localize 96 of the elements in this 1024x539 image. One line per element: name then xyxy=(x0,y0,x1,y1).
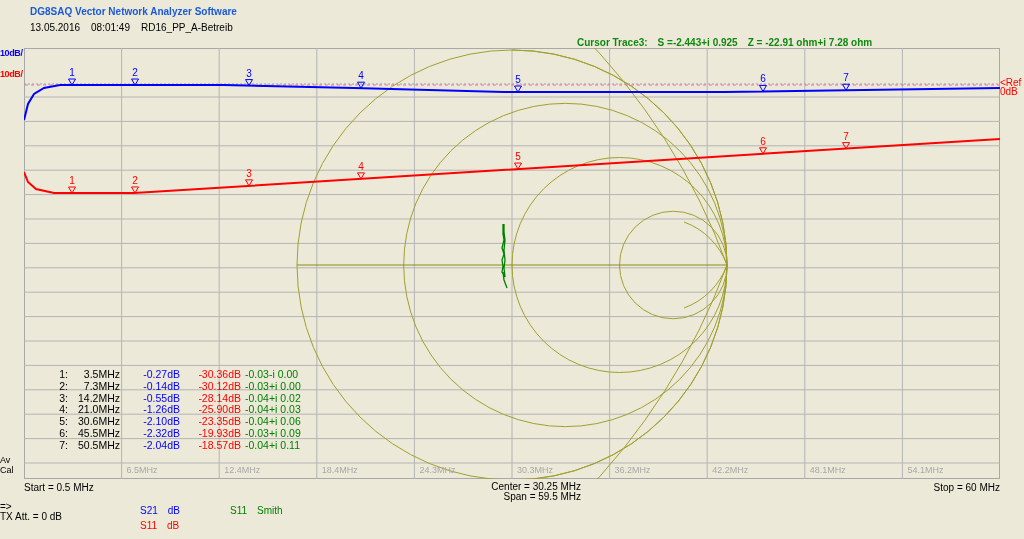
span-frequency: Span = 59.5 MHz xyxy=(503,492,582,502)
frequency-label: 54.1MHz xyxy=(907,465,944,475)
frequency-label: 18.4MHz xyxy=(321,465,358,475)
marker-frequency: 14.2MHz xyxy=(77,392,120,405)
marker-frequency: 7.3MHz xyxy=(82,380,120,393)
marker-index: 5: xyxy=(58,416,68,428)
smith-value: -0.03+i 0.09 xyxy=(244,428,302,440)
marker-index: 7: xyxy=(58,439,68,452)
marker-number: 3 xyxy=(246,67,252,79)
marker-icon xyxy=(131,186,139,194)
s21-value: -0.55dB xyxy=(142,392,180,405)
center-frequency: Center = 30.25 MHz xyxy=(491,482,582,492)
marker-index: 4: xyxy=(58,404,68,417)
marker-icon xyxy=(357,81,365,89)
cursor-label: Cursor Trace3: xyxy=(577,37,648,48)
smith-value: -0.04+i 0.03 xyxy=(244,404,302,417)
s11-value: -28.14dB xyxy=(197,392,241,405)
status-label: Av xyxy=(0,455,12,465)
marker-frequency: 50.5MHz xyxy=(77,439,120,452)
marker-icon xyxy=(514,162,522,170)
stop-frequency: Stop = 60 MHz xyxy=(933,482,1000,495)
marker-number: 1 xyxy=(69,175,75,186)
trace-format[interactable]: dB xyxy=(167,505,181,520)
marker-number: 1 xyxy=(69,67,75,78)
smith-value: -0.04+i 0.11 xyxy=(244,439,301,452)
marker-number: 7 xyxy=(843,72,849,84)
marker-number: 5 xyxy=(515,151,521,163)
frequency-label: 12.4MHz xyxy=(224,465,261,475)
s11-value: -30.36dB xyxy=(197,369,241,381)
s11-value: -30.12dB xyxy=(197,380,241,393)
s-parameter-readout: S =-2.443+i 0.925 xyxy=(657,37,738,48)
marker-number: 7 xyxy=(843,130,849,142)
s21-value: -1.26dB xyxy=(142,404,180,417)
app-title: DG8SAQ Vector Network Analyzer Software xyxy=(29,5,238,19)
trace-name[interactable]: S11 xyxy=(140,520,158,535)
marker-icon xyxy=(842,83,850,91)
smith-value: -0.03-i 0.00 xyxy=(244,369,300,381)
smith-value: -0.04+i 0.02 xyxy=(244,392,302,405)
marker-index: 3: xyxy=(58,392,68,405)
marker-icon xyxy=(514,85,522,93)
marker-number: 4 xyxy=(358,70,364,82)
s21-value: -2.04dB xyxy=(142,439,180,452)
reference-label: <Ref xyxy=(1000,78,1023,87)
s11-value: -23.35dB xyxy=(197,416,241,428)
frequency-label: 6.5MHz xyxy=(126,465,158,475)
marker-index: 1: xyxy=(58,369,68,381)
marker-frequency: 3.5MHz xyxy=(82,369,120,381)
status-label: Cal xyxy=(0,465,15,475)
trace-format[interactable]: Smith xyxy=(257,505,283,520)
marker-number: 3 xyxy=(246,167,252,179)
scale-label: 10dB/ xyxy=(0,48,24,58)
marker-index: 6: xyxy=(58,428,68,440)
marker-number: 5 xyxy=(515,74,521,85)
s21-value: -2.10dB xyxy=(142,416,180,428)
arrow-symbol: => xyxy=(0,502,13,512)
frequency-label: 48.1MHz xyxy=(809,465,846,475)
marker-icon xyxy=(759,147,767,155)
trace-name[interactable]: S11 xyxy=(230,505,248,520)
smith-value: -0.03+i 0.00 xyxy=(244,380,302,393)
s21-value: -0.14dB xyxy=(142,380,180,393)
marker-icon xyxy=(68,186,76,194)
marker-icon xyxy=(842,142,850,150)
frequency-label: 36.2MHz xyxy=(614,465,651,475)
frequency-label: 30.3MHz xyxy=(517,465,553,475)
marker-number: 6 xyxy=(760,73,766,85)
marker-number: 2 xyxy=(132,174,138,186)
frequency-label: 42.2MHz xyxy=(712,465,749,475)
marker-icon xyxy=(245,179,253,187)
smith-value: -0.04+i 0.06 xyxy=(244,416,302,428)
marker-number: 2 xyxy=(132,67,138,78)
marker-frequency: 21.0MHz xyxy=(77,404,120,417)
marker-index: 2: xyxy=(58,380,68,393)
tx-attenuation: TX Att. = 0 dB xyxy=(0,512,63,522)
trace-name[interactable]: S21 xyxy=(140,505,158,520)
reference-label: 0dB xyxy=(1000,87,1018,96)
s11-value: -19.93dB xyxy=(197,428,241,440)
marker-frequency: 30.6MHz xyxy=(77,416,120,428)
s11-value: -25.90dB xyxy=(197,404,241,417)
marker-number: 6 xyxy=(760,135,766,147)
marker-icon xyxy=(131,78,139,86)
s21-value: -2.32dB xyxy=(142,428,180,440)
marker-icon xyxy=(68,78,76,86)
time-text: 08:01:49 xyxy=(91,22,130,34)
marker-number: 4 xyxy=(358,160,364,172)
marker-icon xyxy=(245,79,253,87)
s21-value: -0.27dB xyxy=(142,369,180,381)
file-name: RD16_PP_A-Betreib xyxy=(141,22,233,34)
scale-label: 10dB/ xyxy=(0,69,24,79)
impedance-readout: Z = -22.91 ohm+i 7.28 ohm xyxy=(747,37,873,48)
trace-format[interactable]: dB xyxy=(167,520,180,535)
start-frequency: Start = 0.5 MHz xyxy=(24,482,94,495)
marker-frequency: 45.5MHz xyxy=(77,428,120,440)
s11-value: -18.57dB xyxy=(197,439,241,452)
marker-icon xyxy=(759,84,767,92)
date-text: 13.05.2016 xyxy=(30,22,81,34)
marker-icon xyxy=(357,172,365,180)
